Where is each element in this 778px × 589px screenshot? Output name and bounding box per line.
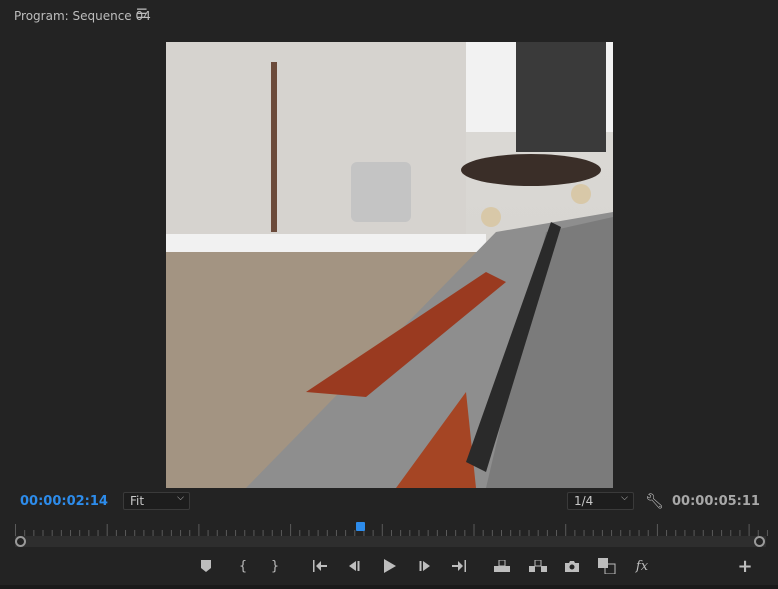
export-frame-button[interactable] — [561, 556, 583, 576]
zoom-end-handle[interactable] — [754, 536, 765, 547]
zoom-start-handle[interactable] — [15, 536, 26, 547]
playhead[interactable] — [356, 522, 366, 531]
mark-out-button[interactable]: } — [264, 556, 286, 576]
step-forward-icon — [419, 561, 430, 571]
chevron-down-icon: ⌵ — [177, 493, 184, 503]
zoom-level-value: Fit — [130, 494, 145, 508]
wrench-settings-icon[interactable]: 🔧︎ — [645, 492, 664, 510]
lift-icon — [494, 560, 510, 572]
time-ruler[interactable] — [15, 522, 771, 536]
camera-icon — [565, 561, 579, 572]
zoom-level-dropdown[interactable]: Fit ⌵ — [123, 492, 190, 510]
fx-icon: fx — [635, 558, 649, 574]
play-button[interactable] — [379, 556, 401, 576]
go-to-out-button[interactable] — [448, 556, 470, 576]
comparison-view-button[interactable] — [596, 556, 618, 576]
scrub-bar[interactable] — [15, 536, 766, 547]
video-frame — [166, 42, 613, 488]
play-icon — [384, 559, 396, 573]
panel-bottom-border — [0, 585, 778, 589]
current-timecode[interactable]: 00:00:02:14 — [20, 494, 108, 509]
go-to-out-icon — [452, 560, 466, 572]
lift-button[interactable] — [491, 556, 513, 576]
hamburger-menu-icon[interactable]: ☰ — [136, 7, 148, 22]
playback-resolution-dropdown[interactable]: 1/4 ⌵ — [567, 492, 634, 510]
mark-out-icon: } — [270, 558, 280, 574]
panel-title: Program: Sequence 04 — [14, 9, 151, 23]
duration-timecode: 00:00:05:11 — [672, 494, 760, 509]
extract-button[interactable] — [527, 556, 549, 576]
button-editor-plus[interactable]: + — [734, 555, 756, 577]
mark-in-icon: { — [238, 558, 248, 574]
step-back-icon — [349, 561, 360, 571]
plus-icon: + — [737, 555, 753, 577]
go-to-in-icon — [313, 560, 327, 572]
mark-in-button[interactable]: { — [232, 556, 254, 576]
go-to-in-button[interactable] — [309, 556, 331, 576]
add-marker-button[interactable] — [195, 556, 217, 576]
resolution-value: 1/4 — [574, 494, 594, 508]
step-back-button[interactable] — [343, 556, 365, 576]
compare-icon — [598, 558, 616, 574]
step-forward-button[interactable] — [414, 556, 436, 576]
marker-icon — [201, 560, 211, 572]
extract-icon — [529, 560, 547, 572]
chevron-down-icon: ⌵ — [621, 493, 628, 503]
global-fx-mute-button[interactable]: fx — [631, 556, 653, 576]
